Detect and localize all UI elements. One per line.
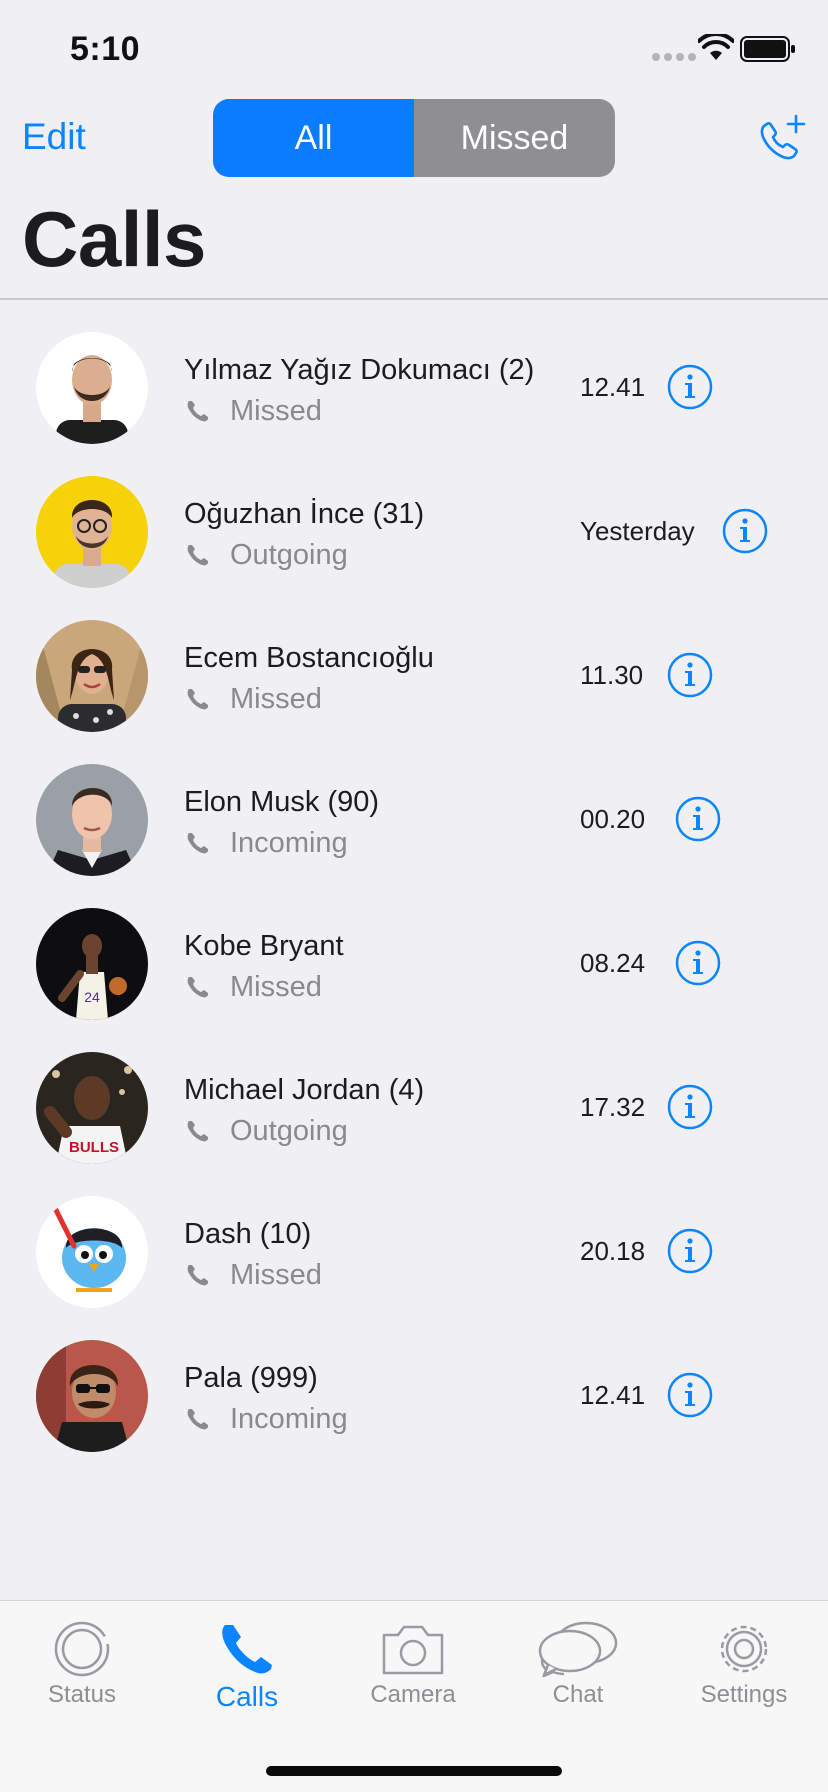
phone-icon (187, 1409, 208, 1430)
call-time: 12.41 (580, 372, 646, 402)
call-type: Missed (230, 394, 322, 427)
status-icon (54, 1621, 110, 1677)
tab-label-status: Status (47, 1681, 117, 1708)
call-row[interactable]: Pala (999) Incoming 12.41 (0, 1328, 828, 1472)
status-bar: 5:10 (0, 0, 828, 100)
avatar (36, 1196, 148, 1308)
call-type: Incoming (230, 1402, 348, 1435)
call-list: Yılmaz Yağız Dokumacı (2) Missed 12.41 O… (0, 320, 828, 1472)
contact-name: Pala (999) (184, 1362, 318, 1394)
contact-name: Yılmaz Yağız Dokumacı (2) (184, 354, 535, 386)
svg-text:24: 24 (84, 989, 100, 1005)
wifi-icon (698, 34, 734, 60)
home-indicator (266, 1766, 562, 1776)
camera-icon (382, 1625, 444, 1675)
tab-status[interactable]: Status (17, 1619, 147, 1709)
status-time: 5:10 (70, 30, 141, 68)
info-icon[interactable] (675, 796, 721, 842)
call-type-row: Outgoing (184, 538, 348, 572)
call-time: 17.32 (580, 1092, 646, 1122)
contact-name: Oğuzhan İnce (31) (184, 498, 425, 530)
info-icon[interactable] (667, 1084, 713, 1130)
page-title: Calls (22, 195, 206, 283)
battery-icon (740, 36, 795, 62)
call-time: 00.20 (580, 804, 646, 834)
call-type-row: Outgoing (184, 1114, 348, 1148)
call-time: 08.24 (580, 948, 646, 978)
call-type-row: Missed (184, 970, 322, 1004)
tab-bar: Status Calls Camera Chat Settings (0, 1600, 828, 1792)
call-type: Missed (230, 682, 322, 715)
call-time: 20.18 (580, 1236, 646, 1266)
cellular-signal-icon (652, 53, 696, 61)
svg-text:BULLS: BULLS (69, 1139, 119, 1156)
new-call-icon[interactable] (752, 112, 808, 168)
segment-missed[interactable]: Missed (414, 99, 615, 177)
phone-icon (187, 833, 208, 854)
avatar (36, 332, 148, 444)
call-type: Missed (230, 1258, 322, 1291)
phone-icon (187, 1121, 208, 1142)
tab-label-camera: Camera (370, 1681, 456, 1708)
calls-screen: 5:10 Edit All Missed Calls Yılmaz Yağız … (0, 0, 828, 1792)
tab-chat[interactable]: Chat (513, 1619, 643, 1709)
chat-icon (538, 1621, 618, 1677)
gear-icon (720, 1625, 768, 1673)
tab-label-chat: Chat (552, 1681, 604, 1708)
call-row[interactable]: 24 Kobe Bryant Missed 08.24 (0, 896, 828, 1040)
avatar (36, 764, 148, 876)
call-row[interactable]: Dash (10) Missed 20.18 (0, 1184, 828, 1328)
info-icon[interactable] (667, 1228, 713, 1274)
avatar: 24 (36, 908, 148, 1020)
contact-name: Dash (10) (184, 1218, 312, 1250)
call-type-row: Missed (184, 394, 322, 428)
info-icon[interactable] (667, 652, 713, 698)
call-type: Missed (230, 970, 322, 1003)
edit-button[interactable]: Edit (22, 116, 86, 158)
call-row[interactable]: Oğuzhan İnce (31) Outgoing Yesterday (0, 464, 828, 608)
tab-label-calls: Calls (215, 1681, 279, 1712)
call-time: Yesterday (580, 516, 695, 546)
phone-icon (222, 1625, 272, 1674)
header-divider (0, 298, 828, 300)
call-row[interactable]: Yılmaz Yağız Dokumacı (2) Missed 12.41 (0, 320, 828, 464)
contact-name: Michael Jordan (4) (184, 1074, 425, 1106)
phone-icon (187, 545, 208, 566)
avatar (36, 476, 148, 588)
avatar (36, 1340, 148, 1452)
call-row[interactable]: Ecem Bostancıoğlu Missed 11.30 (0, 608, 828, 752)
phone-icon (187, 977, 208, 998)
info-icon[interactable] (667, 1372, 713, 1418)
call-time: 12.41 (580, 1380, 646, 1410)
phone-icon (187, 1265, 208, 1286)
call-type: Incoming (230, 826, 348, 859)
call-type-row: Missed (184, 1258, 322, 1292)
tab-label-settings: Settings (700, 1681, 788, 1708)
contact-name: Elon Musk (90) (184, 786, 380, 818)
avatar (36, 620, 148, 732)
tab-settings[interactable]: Settings (679, 1619, 809, 1709)
phone-icon (187, 689, 208, 710)
call-time: 11.30 (580, 660, 644, 690)
tab-camera[interactable]: Camera (348, 1619, 478, 1709)
call-filter-segmented-control: All Missed (213, 99, 615, 177)
call-type-row: Incoming (184, 1402, 348, 1436)
tab-calls[interactable]: Calls (182, 1619, 312, 1713)
phone-icon (187, 401, 208, 422)
call-type: Outgoing (230, 1114, 348, 1147)
segment-all[interactable]: All (213, 99, 414, 177)
call-row[interactable]: Elon Musk (90) Incoming 00.20 (0, 752, 828, 896)
info-icon[interactable] (667, 364, 713, 410)
info-icon[interactable] (722, 508, 768, 554)
call-type-row: Missed (184, 682, 322, 716)
call-type-row: Incoming (184, 826, 348, 860)
contact-name: Kobe Bryant (184, 930, 344, 962)
call-row[interactable]: BULLS Michael Jordan (4) Outgoing 17.32 (0, 1040, 828, 1184)
contact-name: Ecem Bostancıoğlu (184, 642, 434, 674)
avatar: BULLS (36, 1052, 148, 1164)
call-type: Outgoing (230, 538, 348, 571)
info-icon[interactable] (675, 940, 721, 986)
